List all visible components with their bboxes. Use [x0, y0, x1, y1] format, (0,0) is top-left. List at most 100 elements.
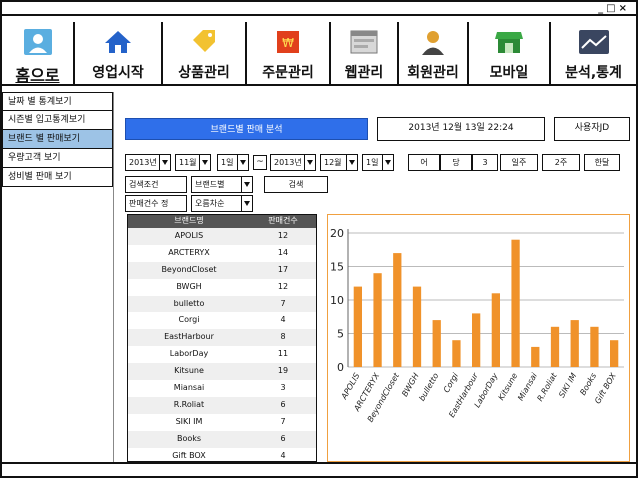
table-row[interactable]: EastHarbour 8 [128, 329, 316, 347]
table-row[interactable]: BWGH 12 [128, 279, 316, 296]
y-tick-label: 20 [330, 227, 344, 240]
sidebar-item-date-stats[interactable]: 날짜 별 통계보기 [2, 92, 113, 111]
start-year-select[interactable]: 2013년 [125, 154, 171, 171]
user-badge[interactable]: 사용자JD [554, 117, 630, 141]
bar [590, 326, 599, 367]
cell-brand: R.Roliat [173, 399, 205, 409]
table-row[interactable]: Miansai 3 [128, 380, 316, 397]
quick-2weeks-button[interactable]: 2주 [542, 154, 580, 171]
quick-1week-button[interactable]: 일주 [500, 154, 538, 171]
end-year-value: 2013년 [274, 158, 302, 167]
tag-icon [193, 30, 215, 52]
end-day-select[interactable]: 1일 [362, 154, 394, 171]
end-year-select[interactable]: 2013년 [270, 154, 316, 171]
bar [550, 326, 560, 367]
table-row[interactable]: BeyondCloset 17 [128, 261, 316, 279]
search-condition-select[interactable]: 브랜드별 [191, 176, 253, 193]
cell-count: 12 [277, 231, 289, 240]
start-month-select[interactable]: 11월 [175, 154, 211, 171]
x-tick-label: Corgi [442, 371, 461, 394]
table-header: 브랜드명 판매건수 [128, 215, 316, 228]
order-icon: ₩ [277, 31, 299, 53]
bar-chart: 05101520APOLISARCTERYXBeyondCloset BWGHbu… [330, 227, 624, 424]
sidebar-item-brand-sales[interactable]: 브랜드 별 판매보기 [2, 130, 113, 149]
nav-analytics[interactable]: 분석,통계 [551, 22, 636, 86]
table-body: APOLIS 12 ARCTERYX 14 BeyondCloset 17 BWGH 12 bu… [128, 228, 316, 464]
datetime-display: 2013년 12월 13일 22:24 [377, 117, 545, 141]
nav-home[interactable]: 홈으로 [2, 22, 75, 86]
table-row[interactable]: Kitsune 19 [128, 363, 316, 381]
bar [373, 273, 382, 367]
bar [432, 320, 441, 367]
cell-count: 19 [277, 366, 289, 376]
page-title: 브랜드별 판매 분석 [125, 118, 368, 140]
y-tick-label: 10 [330, 294, 344, 307]
cell-brand: Corgi [178, 315, 200, 325]
chevron-down-icon [199, 155, 210, 170]
sidebar-item-season-stats[interactable]: 시즌별 입고통계보기 [2, 111, 113, 130]
cell-count: 6 [280, 433, 286, 443]
cell-brand: Kitsune [174, 366, 204, 376]
start-year-value: 2013년 [129, 158, 157, 167]
start-day-value: 1일 [221, 158, 234, 167]
chevron-down-icon [241, 177, 252, 192]
cell-brand: Miansai [173, 383, 205, 393]
table-row[interactable]: Books 6 [128, 430, 316, 448]
nav-label: 영업시작 [92, 65, 144, 81]
cell-count: 11 [277, 349, 289, 359]
start-day-select[interactable]: 1일 [217, 154, 249, 171]
x-tick-label: SIKI IM [557, 371, 578, 399]
nav-mobile[interactable]: 모바일 [469, 22, 551, 86]
svg-text:₩: ₩ [282, 36, 294, 50]
bar [491, 293, 500, 367]
quick-today-button[interactable]: 당 [440, 154, 472, 171]
nav-label: 주문관리 [262, 65, 314, 81]
cell-brand: ARCTERYX [168, 247, 210, 257]
chevron-down-icon [159, 155, 170, 170]
end-month-value: 12월 [324, 158, 342, 167]
table-row[interactable]: LaborDay 11 [128, 346, 316, 363]
cell-count: 3 [280, 383, 286, 393]
cell-brand: bulletto [173, 298, 205, 308]
nav-members[interactable]: 회원관리 [399, 22, 469, 86]
end-month-select[interactable]: 12월 [320, 154, 358, 171]
header-brand: 브랜드명 [174, 216, 204, 225]
bar [393, 253, 402, 367]
nav-orders[interactable]: ₩ 주문관리 [247, 22, 331, 86]
nav-web[interactable]: 웹관리 [331, 22, 399, 86]
table-row[interactable]: Corgi 4 [128, 312, 316, 329]
bar [531, 346, 540, 367]
chevron-down-icon [304, 155, 315, 170]
member-icon [422, 31, 444, 55]
title-bar-divider [2, 14, 636, 16]
quick-3days-button[interactable]: 3 [472, 154, 498, 171]
nav-products[interactable]: 상품관리 [163, 22, 247, 86]
table-row[interactable]: R.Roliat 6 [128, 396, 316, 414]
table-row[interactable]: bulletto 7 [128, 295, 316, 313]
nav-home-label: 홈으로 [15, 66, 60, 85]
quick-yesterday-button[interactable]: 어 [408, 154, 440, 171]
x-tick-label: R.Roliat [535, 371, 559, 403]
cell-brand: SIKI IM [175, 416, 203, 426]
sidebar-item-vip-customers[interactable]: 우량고객 보기 [2, 149, 113, 168]
sort-label: 판매건수 정 [125, 195, 187, 212]
sidebar-item-gender-sales[interactable]: 성비별 판매 보기 [2, 168, 113, 187]
bar [472, 313, 481, 367]
end-day-value: 1일 [366, 158, 379, 167]
cell-brand: EastHarbour [164, 332, 214, 342]
y-tick-label: 15 [330, 261, 344, 274]
table-row[interactable]: APOLIS 12 [128, 228, 316, 245]
bar [610, 340, 619, 367]
table-row[interactable]: SIKI IM 7 [128, 414, 316, 431]
quick-1month-button[interactable]: 한달 [584, 154, 620, 171]
date-range-separator: ~ [253, 155, 267, 170]
sort-order-select[interactable]: 오름차순 [191, 195, 253, 212]
nav-sales-start[interactable]: 영업시작 [75, 22, 163, 86]
search-button[interactable]: 검색 [264, 176, 328, 193]
table-row[interactable]: ARCTERYX 14 [128, 245, 316, 262]
chevron-down-icon [237, 155, 248, 170]
nav-label: 웹관리 [344, 65, 384, 81]
window-controls[interactable]: _□× [598, 3, 630, 14]
bar [452, 340, 461, 367]
status-bar-divider [2, 462, 636, 464]
